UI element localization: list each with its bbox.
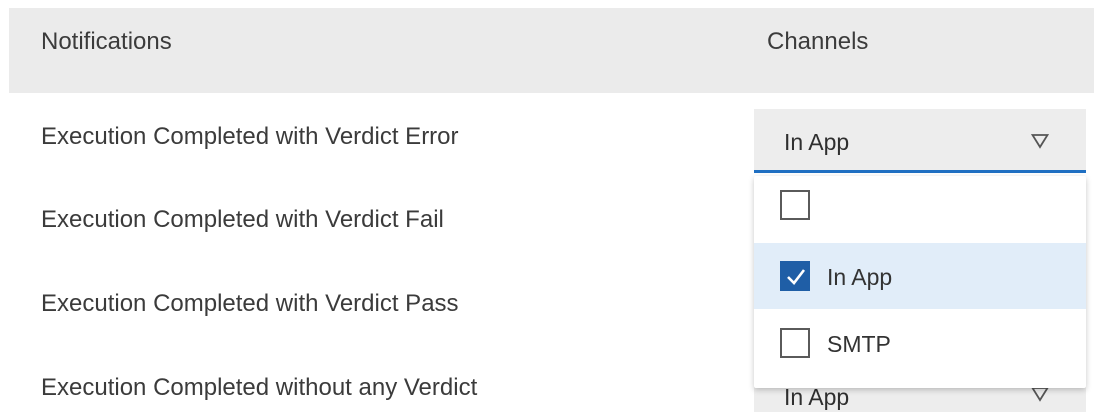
checkmark-icon xyxy=(787,269,806,285)
table-header xyxy=(9,8,1094,93)
checkbox[interactable] xyxy=(780,190,810,220)
channel-select[interactable]: In App xyxy=(754,109,1086,173)
notification-row-label: Execution Completed without any Verdict xyxy=(41,374,478,401)
channel-select-value: In App xyxy=(784,384,850,410)
dropdown-option-label: SMTP xyxy=(827,331,891,357)
column-header-channels: Channels xyxy=(767,28,869,55)
dropdown-option-label: In App xyxy=(827,264,893,290)
dropdown-option-empty[interactable] xyxy=(754,176,1086,236)
channel-select-value: In App xyxy=(784,129,850,155)
notification-row-label: Execution Completed with Verdict Pass xyxy=(41,290,459,317)
triangle-down-outline-icon xyxy=(1031,134,1049,149)
checkbox[interactable] xyxy=(780,328,810,358)
channel-dropdown-menu: In App SMTP xyxy=(754,176,1086,388)
dropdown-option-in-app[interactable]: In App xyxy=(754,243,1086,309)
notification-row-label: Execution Completed with Verdict Fail xyxy=(41,206,444,233)
notification-row-label: Execution Completed with Verdict Error xyxy=(41,123,459,150)
triangle-down-outline-icon xyxy=(1031,387,1049,402)
dropdown-option-smtp[interactable]: SMTP xyxy=(754,310,1086,376)
checkbox-checked[interactable] xyxy=(780,261,810,291)
column-header-notifications: Notifications xyxy=(41,28,172,55)
